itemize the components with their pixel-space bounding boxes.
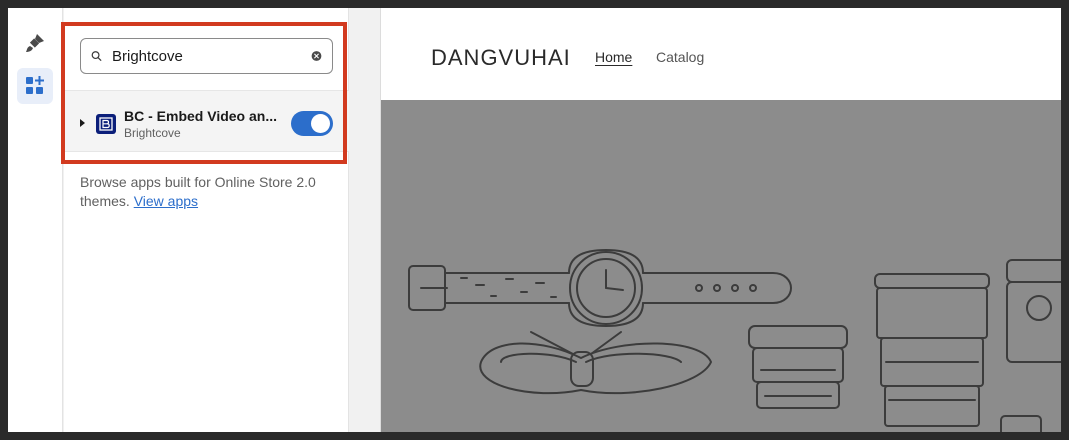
editor-frame: BC - Embed Video an... Brightcove Browse… — [8, 8, 1061, 432]
view-apps-link[interactable]: View apps — [134, 193, 198, 209]
left-rail — [8, 8, 63, 432]
app-embeds-button[interactable] — [17, 68, 53, 104]
product-illustration — [408, 249, 1061, 432]
watch-illustration — [408, 249, 792, 327]
store-logo[interactable]: DANGVUHAI — [431, 45, 571, 71]
preview-gutter — [350, 8, 380, 432]
lens-illustration — [748, 325, 848, 409]
paintbrush-icon — [26, 34, 44, 52]
bowtie-illustration — [479, 331, 712, 395]
telephoto-lens-illustration — [874, 273, 990, 427]
store-preview: DANGVUHAI Home Catalog — [380, 8, 1061, 432]
store-header: DANGVUHAI Home Catalog — [381, 8, 1061, 100]
browse-apps-text: Browse apps built for Online Store 2.0 t… — [80, 173, 335, 211]
hero-banner — [381, 100, 1061, 432]
camera-illustration — [1000, 259, 1061, 432]
nav-link-catalog[interactable]: Catalog — [656, 49, 704, 65]
theme-settings-button[interactable] — [17, 25, 53, 61]
annotation-highlight-box — [61, 22, 347, 164]
apps-icon — [26, 76, 44, 94]
nav-link-home[interactable]: Home — [595, 49, 632, 65]
